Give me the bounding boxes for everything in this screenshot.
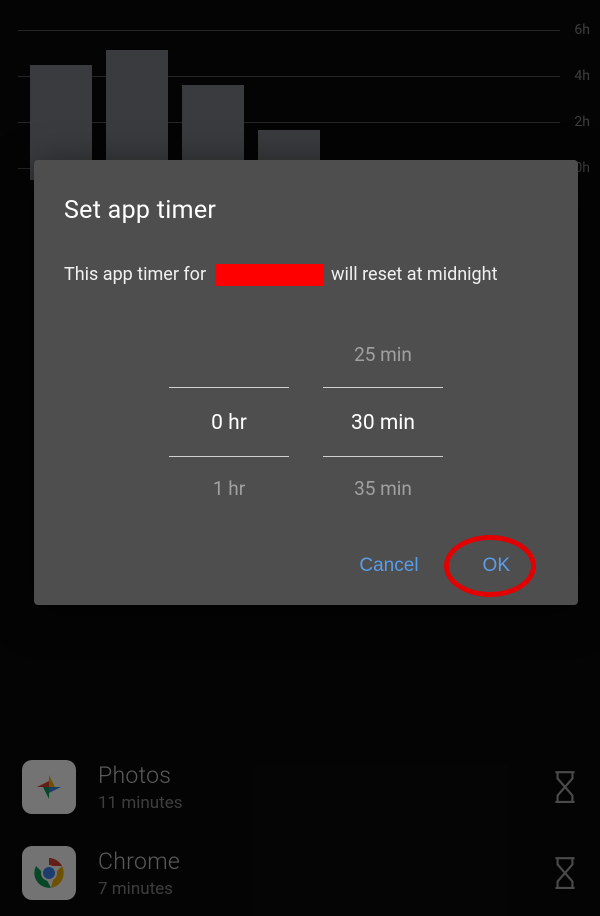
minutes-next[interactable]: 35 min (323, 469, 443, 509)
minutes-prev[interactable]: 25 min (323, 335, 443, 375)
minutes-selected[interactable]: 30 min (323, 387, 443, 457)
dialog-desc-suffix: will reset at midnight (331, 264, 497, 285)
cancel-button[interactable]: Cancel (351, 549, 426, 583)
hours-selected[interactable]: 0 hr (169, 387, 289, 457)
redacted-app-name (215, 264, 323, 286)
dialog-desc-prefix: This app timer for (64, 264, 206, 285)
dialog-title: Set app timer (64, 196, 548, 225)
set-app-timer-dialog: Set app timer This app timer for will re… (34, 160, 578, 605)
ok-button[interactable]: OK (475, 549, 518, 583)
hours-prev[interactable] (169, 335, 289, 375)
time-picker[interactable]: 0 hr 1 hr 25 min 30 min 35 min (64, 335, 548, 509)
minutes-picker-column[interactable]: 25 min 30 min 35 min (323, 335, 443, 509)
dialog-description: This app timer for will reset at midnigh… (64, 261, 548, 289)
dialog-actions: Cancel OK (64, 549, 548, 583)
hours-next[interactable]: 1 hr (169, 469, 289, 509)
hours-picker-column[interactable]: 0 hr 1 hr (169, 335, 289, 509)
